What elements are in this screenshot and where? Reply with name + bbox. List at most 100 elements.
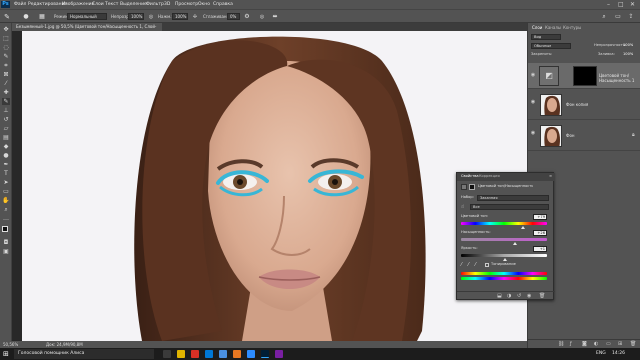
mode-select[interactable]: Нормальный xyxy=(67,13,107,20)
browser-icon[interactable] xyxy=(191,350,199,358)
layer-row-background[interactable]: ◉ Фон 🔒︎ xyxy=(528,121,640,151)
canvas-area[interactable] xyxy=(12,31,527,341)
blend-mode-select[interactable]: Обычные xyxy=(531,43,571,49)
app-icon[interactable] xyxy=(233,350,241,358)
menu-file[interactable]: Файл xyxy=(14,1,26,8)
eyedropper-icon[interactable]: ⁄ xyxy=(461,262,462,268)
crop-tool-icon[interactable]: ⌗ xyxy=(2,62,10,69)
saturation-slider-knob[interactable] xyxy=(513,242,518,245)
layer-filter-select[interactable]: Вид xyxy=(531,34,561,40)
pressure-size-icon[interactable]: ◎ xyxy=(258,13,266,21)
lightness-slider-track[interactable] xyxy=(461,254,547,257)
store-icon[interactable] xyxy=(205,350,213,358)
new-layer-icon[interactable]: ⊞ xyxy=(618,341,622,347)
add-mask-icon[interactable]: ◙ xyxy=(582,341,587,347)
saturation-slider-track[interactable] xyxy=(461,238,547,241)
brush-preset-icon[interactable]: ● xyxy=(22,13,30,21)
blur-tool-icon[interactable]: ◆ xyxy=(2,143,10,150)
layer-opacity-value[interactable]: 100% xyxy=(623,43,633,47)
folder-icon[interactable]: ▭ xyxy=(606,341,611,347)
screen-mode-icon[interactable]: ▣ xyxy=(2,248,10,255)
minimize-button[interactable]: – xyxy=(607,1,610,8)
menu-layers[interactable]: Слои xyxy=(92,1,104,8)
zoom-tool-icon[interactable]: ⌕ xyxy=(2,206,10,213)
menu-view[interactable]: Просмотр xyxy=(175,1,198,8)
link-icon[interactable]: ⛓ xyxy=(558,341,564,347)
brush-settings-icon[interactable]: ▦ xyxy=(38,13,46,21)
healing-tool-icon[interactable]: ✚ xyxy=(2,89,10,96)
zoom-level[interactable]: 50,56% xyxy=(3,342,18,347)
stamp-tool-icon[interactable]: ⊥ xyxy=(2,107,10,114)
visibility-eye-icon[interactable]: ◉ xyxy=(530,130,536,136)
saturation-value[interactable]: +26 xyxy=(533,230,547,236)
gradient-tool-icon[interactable]: ▤ xyxy=(2,134,10,141)
mail-icon[interactable] xyxy=(219,350,227,358)
opacity-field[interactable]: 100% xyxy=(128,13,144,20)
brush-tool-icon[interactable]: ✎ xyxy=(3,13,11,21)
eraser-tool-icon[interactable]: ▱ xyxy=(2,125,10,132)
marquee-tool-icon[interactable]: ⬚ xyxy=(2,35,10,42)
brush-tool-active-icon[interactable]: ✎ xyxy=(2,98,10,105)
clock[interactable]: 14:26 xyxy=(612,348,625,360)
reset-icon[interactable]: ↺ xyxy=(517,293,521,299)
colorize-checkbox[interactable] xyxy=(485,263,489,267)
panel-menu-icon[interactable]: ≡ xyxy=(549,174,552,179)
fill-value[interactable]: 100% xyxy=(623,52,633,56)
maximize-button[interactable]: □ xyxy=(618,1,624,8)
share-icon[interactable]: ⇪ xyxy=(627,13,635,21)
visibility-icon[interactable]: ◉ xyxy=(527,293,531,299)
airbrush-icon[interactable]: ✢ xyxy=(191,13,199,21)
menu-filter[interactable]: Фильтр xyxy=(146,1,164,8)
layer-row-background-copy[interactable]: ◉ Фон копия xyxy=(528,90,640,120)
symmetry-icon[interactable]: ⬌ xyxy=(271,13,279,21)
path-select-tool-icon[interactable]: ➤ xyxy=(2,179,10,186)
photoshop-taskbar-icon[interactable] xyxy=(261,350,269,358)
assistant-search-box[interactable]: Голосовой помощник Алиса xyxy=(14,349,154,359)
layer-mask-thumbnail[interactable] xyxy=(573,66,597,86)
menu-window[interactable]: Окно xyxy=(198,1,210,8)
menu-text[interactable]: Текст xyxy=(105,1,118,8)
lightness-value[interactable]: +1 xyxy=(533,246,547,252)
target-adjust-icon[interactable]: ☝ xyxy=(461,204,464,210)
shape-tool-icon[interactable]: ▭ xyxy=(2,188,10,195)
delete-icon[interactable]: 🗑︎ xyxy=(539,293,545,299)
fx-icon[interactable]: ƒ xyxy=(570,341,572,347)
preset-select[interactable]: Заказная xyxy=(477,195,549,201)
visibility-eye-icon[interactable]: ◉ xyxy=(530,72,536,78)
adjustment-icon[interactable]: ◐ xyxy=(594,341,598,347)
windows-start-icon[interactable]: ⊞ xyxy=(3,350,11,358)
menu-help[interactable]: Справка xyxy=(213,1,233,8)
layer-row-hue-saturation[interactable]: ◉ ◩ Цветовой тон/Насыщенность 1 xyxy=(528,63,640,89)
task-view-icon[interactable] xyxy=(163,350,171,358)
quick-select-tool-icon[interactable]: ✎ xyxy=(2,53,10,60)
clip-icon[interactable]: ⬓ xyxy=(497,293,502,299)
tab-channels[interactable]: Каналы xyxy=(545,25,561,31)
explorer-icon[interactable] xyxy=(177,350,185,358)
hue-value[interactable]: +79 xyxy=(533,214,547,220)
lasso-tool-icon[interactable]: ◌ xyxy=(2,44,10,51)
app-icon[interactable] xyxy=(275,350,283,358)
quick-mask-icon[interactable]: ◘ xyxy=(2,239,10,246)
tab-layers[interactable]: Слои xyxy=(532,25,542,31)
dodge-tool-icon[interactable]: ● xyxy=(2,152,10,159)
menu-image[interactable]: Изображение xyxy=(62,1,94,8)
menu-select[interactable]: Выделение xyxy=(120,1,147,8)
hand-tool-icon[interactable]: ✋ xyxy=(2,197,10,204)
eyedropper-minus-icon[interactable]: ⁄ xyxy=(475,262,476,268)
channel-select[interactable]: Все xyxy=(470,204,549,210)
view-previous-icon[interactable]: ◑ xyxy=(507,293,511,299)
pressure-opacity-icon[interactable]: ◎ xyxy=(147,13,155,21)
mask-icon[interactable] xyxy=(469,184,475,190)
eyedropper-plus-icon[interactable]: ⁄ xyxy=(468,262,469,268)
eyedropper-tool-icon[interactable]: ⁄ xyxy=(2,80,10,87)
app-icon[interactable] xyxy=(247,350,255,358)
portrait-photo[interactable] xyxy=(22,31,527,341)
smoothing-field[interactable]: 0% xyxy=(227,13,240,20)
close-button[interactable]: ✕ xyxy=(630,1,635,8)
hue-slider-knob[interactable] xyxy=(520,226,525,229)
workspace-icon[interactable]: ▭ xyxy=(614,13,622,21)
pressure-field[interactable]: 100% xyxy=(172,13,188,20)
hue-slider-track[interactable] xyxy=(461,222,547,225)
menu-3d[interactable]: 3D xyxy=(164,1,170,8)
type-tool-icon[interactable]: T xyxy=(2,170,10,177)
